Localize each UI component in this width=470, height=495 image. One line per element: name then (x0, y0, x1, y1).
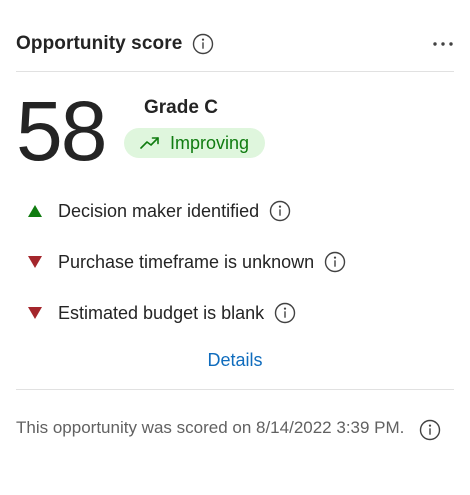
grade-block: Grade C Improving (124, 86, 266, 176)
trend-badge: Improving (124, 128, 266, 158)
details-link-row: Details (0, 350, 470, 371)
header-divider (16, 71, 454, 72)
opportunity-score-card: Opportunity score 58 Grade C Improving D… (0, 0, 470, 495)
triangle-down-icon (28, 307, 42, 319)
info-icon[interactable] (274, 302, 296, 324)
footer-divider (16, 389, 454, 390)
insight-text: Purchase timeframe is unknown (58, 251, 315, 272)
scored-on-text: This opportunity was scored on 8/14/2022… (16, 418, 405, 437)
grade-label: Grade C (144, 97, 218, 118)
score-section: 58 Grade C Improving (16, 84, 266, 178)
insight-text: Estimated budget is blank (58, 302, 265, 323)
triangle-up-icon (28, 205, 42, 217)
more-horizontal-icon (433, 42, 453, 46)
info-icon[interactable] (192, 33, 214, 55)
insight-item: Decision maker identified (28, 196, 346, 226)
card-title: Opportunity score (16, 33, 183, 54)
details-link[interactable]: Details (207, 350, 262, 370)
insight-text: Decision maker identified (58, 200, 260, 221)
triangle-down-icon (28, 256, 42, 268)
insight-item: Estimated budget is blank (28, 298, 346, 328)
card-header: Opportunity score (16, 26, 454, 62)
score-value: 58 (16, 84, 107, 178)
info-icon[interactable] (419, 419, 441, 446)
more-options-button[interactable] (418, 26, 454, 62)
insight-item: Purchase timeframe is unknown (28, 247, 346, 277)
trend-label: Improving (170, 132, 250, 153)
insights-list: Decision maker identified Purchase timef… (28, 196, 346, 349)
trending-up-icon (140, 136, 160, 150)
info-icon[interactable] (269, 200, 291, 222)
info-icon[interactable] (324, 251, 346, 273)
